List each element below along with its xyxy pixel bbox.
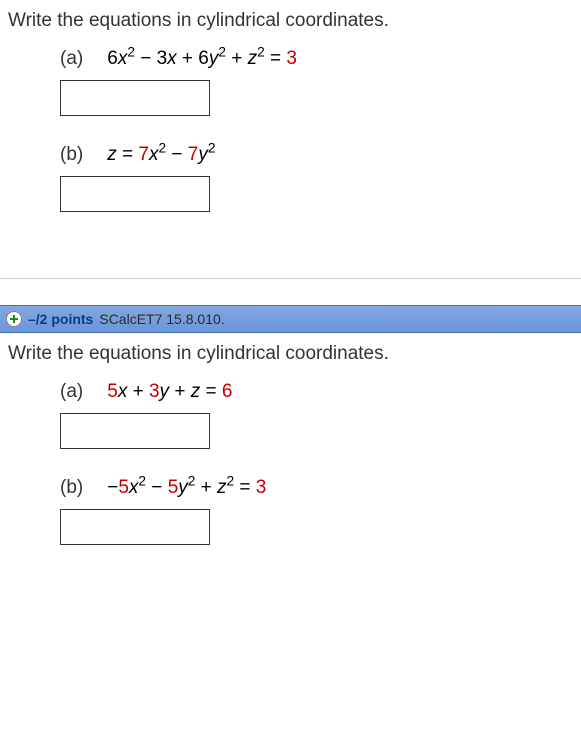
question-2: Write the equations in cylindrical coord… bbox=[0, 333, 581, 593]
question-2-prompt: Write the equations in cylindrical coord… bbox=[8, 343, 573, 365]
part-a-label: (a) bbox=[60, 48, 83, 70]
answer-input-2b[interactable] bbox=[60, 509, 210, 545]
answer-input-wrap-1a bbox=[8, 80, 573, 116]
part-a-label-2: (a) bbox=[60, 381, 83, 403]
part-b-row-2: (b) −5x2 − 5y2 + z2 = 3 bbox=[8, 477, 573, 499]
part-b-label-2: (b) bbox=[60, 477, 83, 499]
part-b-row: (b) z = 7x2 − 7y2 bbox=[8, 144, 573, 166]
source-label: SCalcET7 15.8.010. bbox=[99, 311, 224, 327]
question-2-part-b: (b) −5x2 − 5y2 + z2 = 3 bbox=[8, 477, 573, 545]
part-a-row: (a) 6x2 − 3x + 6y2 + z2 = 3 bbox=[8, 48, 573, 70]
answer-input-wrap-2b bbox=[8, 509, 573, 545]
expand-icon[interactable] bbox=[6, 311, 22, 327]
equation-2b: −5x2 − 5y2 + z2 = 3 bbox=[107, 477, 266, 499]
answer-input-wrap-1b bbox=[8, 176, 573, 212]
part-b-label: (b) bbox=[60, 144, 83, 166]
answer-input-1a[interactable] bbox=[60, 80, 210, 116]
equation-1b: z = 7x2 − 7y2 bbox=[107, 144, 215, 166]
answer-input-2a[interactable] bbox=[60, 413, 210, 449]
answer-input-wrap-2a bbox=[8, 413, 573, 449]
question-1-part-b: (b) z = 7x2 − 7y2 bbox=[8, 144, 573, 212]
question-2-part-a: (a) 5x + 3y + z = 6 bbox=[8, 381, 573, 449]
question-header-bar: –/2 points SCalcET7 15.8.010. bbox=[0, 305, 581, 333]
divider bbox=[0, 278, 581, 279]
question-1: Write the equations in cylindrical coord… bbox=[0, 0, 581, 260]
part-a-row-2: (a) 5x + 3y + z = 6 bbox=[8, 381, 573, 403]
question-1-part-a: (a) 6x2 − 3x + 6y2 + z2 = 3 bbox=[8, 48, 573, 116]
question-1-prompt: Write the equations in cylindrical coord… bbox=[8, 10, 573, 32]
equation-1a: 6x2 − 3x + 6y2 + z2 = 3 bbox=[107, 48, 297, 70]
points-label: –/2 points bbox=[28, 311, 93, 327]
equation-2a: 5x + 3y + z = 6 bbox=[107, 381, 232, 403]
answer-input-1b[interactable] bbox=[60, 176, 210, 212]
